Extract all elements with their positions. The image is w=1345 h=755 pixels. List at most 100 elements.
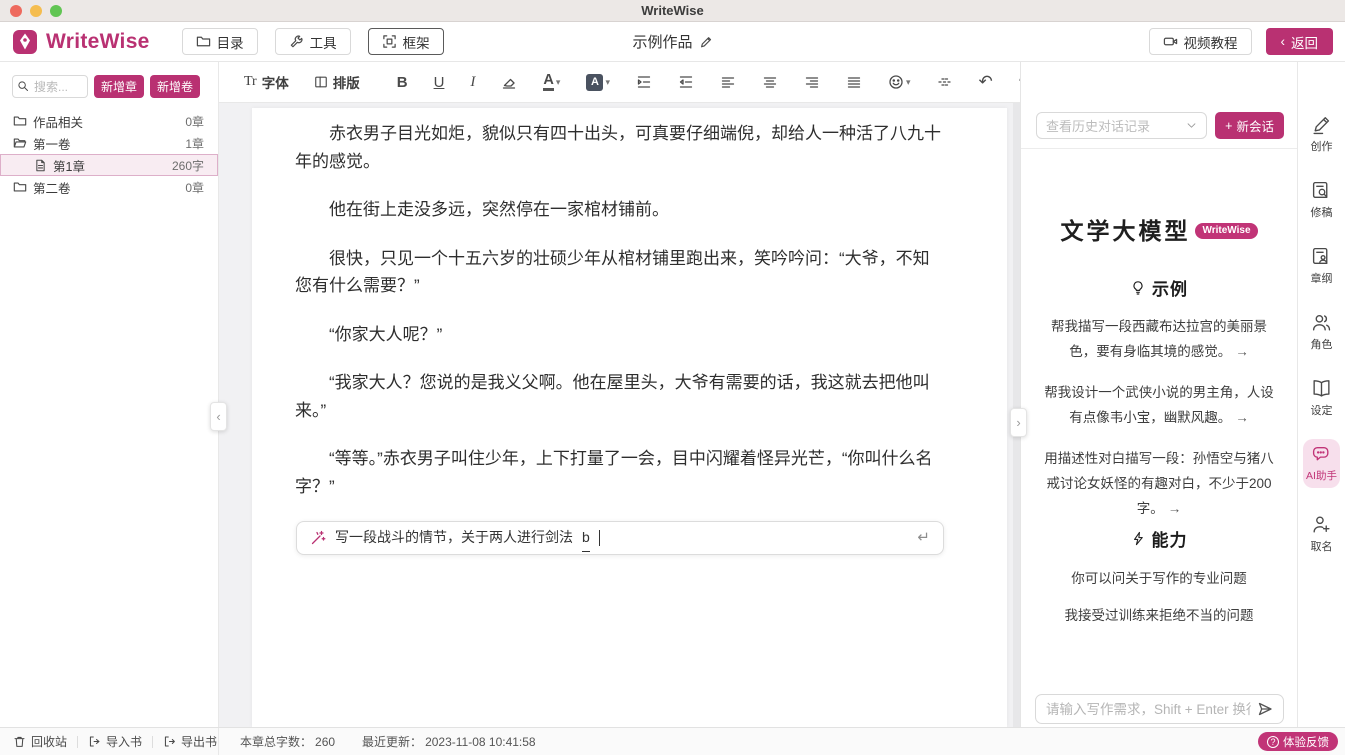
recycle-bin-label: 回收站: [31, 733, 67, 750]
status-bar: 回收站 导入书 导出书 本章总字数： 260 最近更新： 2023-11-08 …: [0, 727, 1345, 755]
justify-button[interactable]: [846, 74, 862, 90]
rail-item-label: 设定: [1311, 402, 1333, 418]
framework-button[interactable]: 框架: [368, 28, 444, 55]
bold-button[interactable]: B: [397, 74, 408, 91]
send-icon[interactable]: [1257, 701, 1273, 717]
search-icon: [17, 80, 29, 92]
rail-item-label: 创作: [1311, 138, 1333, 154]
document-person-icon: [1311, 246, 1332, 267]
outdent-button[interactable]: [678, 74, 694, 90]
updated-time-value: 2023-11-08 10:41:58: [425, 735, 536, 749]
arrow-right-icon: →: [1168, 501, 1182, 516]
underline-button[interactable]: U: [434, 74, 445, 91]
highlight-color-icon: A: [586, 74, 603, 91]
rail-item-naming[interactable]: 取名: [1311, 514, 1333, 554]
rail-item-characters[interactable]: 角色: [1311, 312, 1333, 352]
wrench-icon: [289, 34, 304, 49]
lightbulb-icon: [1130, 280, 1146, 296]
paragraph: 很快，只见一个十五六岁的壮硕少年从棺材铺里跑出来，笑吟吟问：“大爷，不知您有什么…: [295, 245, 943, 300]
folder-icon: [13, 180, 27, 194]
rail-item-outline[interactable]: 章纲: [1311, 246, 1333, 286]
font-menu-button[interactable]: Tr 字体: [244, 72, 289, 92]
emoji-button[interactable]: ▾: [888, 74, 911, 90]
help-icon: ?: [1267, 736, 1279, 748]
export-book-button[interactable]: 导出书: [163, 733, 217, 750]
document-title-text: 示例作品: [632, 31, 692, 52]
tree-item-volume-2[interactable]: 第二卷 0章: [0, 176, 218, 198]
brand-name: WriteWise: [46, 30, 150, 54]
edit-pencil-icon[interactable]: [699, 35, 713, 49]
people-icon: [1311, 312, 1332, 333]
add-volume-button[interactable]: 新增卷: [150, 75, 200, 98]
abilities-heading-text: 能力: [1152, 526, 1188, 551]
chat-input[interactable]: [1046, 702, 1251, 717]
document-search-icon: [1311, 180, 1332, 201]
lightning-icon: [1131, 531, 1146, 546]
outdent-icon: [678, 74, 694, 90]
pen-icon: [1311, 114, 1332, 135]
history-dropdown[interactable]: 查看历史对话记录: [1036, 112, 1207, 139]
indent-button[interactable]: [636, 74, 652, 90]
font-color-button[interactable]: A ▾: [543, 73, 560, 91]
chat-input-box: [1035, 694, 1284, 724]
collapse-panel-handle[interactable]: ›: [1010, 408, 1027, 437]
feedback-button[interactable]: ? 体验反馈: [1258, 732, 1338, 751]
magic-wand-icon: [310, 530, 326, 546]
font-menu-label: 字体: [262, 72, 289, 92]
tools-button-label: 工具: [310, 32, 337, 52]
indent-icon: [636, 74, 652, 90]
rail-item-revision[interactable]: 修稿: [1311, 180, 1333, 220]
person-plus-icon: [1311, 514, 1332, 535]
tools-button[interactable]: 工具: [275, 28, 351, 55]
example-prompt-text: 用描述性对白描写一段：孙悟空与猪八戒讨论女妖怪的有趣对白，不少于200字。: [1044, 451, 1274, 516]
document-icon: [34, 159, 47, 172]
import-book-button[interactable]: 导入书: [88, 733, 142, 750]
example-prompt[interactable]: 帮我描写一段西藏布达拉宫的美丽景色，要有身临其境的感觉。→: [1040, 314, 1278, 364]
editor-page[interactable]: 赤衣男子目光如炬，貌似只有四十出头，可真要仔细端倪，却给人一种活了八九十年的感觉…: [252, 108, 1007, 727]
rail-item-ai-assistant[interactable]: AI助手: [1303, 439, 1340, 488]
recycle-bin-button[interactable]: 回收站: [13, 733, 67, 750]
highlight-color-button[interactable]: A ▾: [586, 74, 610, 91]
import-book-label: 导入书: [106, 733, 142, 750]
new-chat-label: 新会话: [1236, 116, 1274, 135]
align-left-button[interactable]: [720, 74, 736, 90]
new-chat-button[interactable]: + 新会话: [1215, 112, 1284, 139]
paragraph: “你家大人呢？”: [295, 321, 943, 349]
clear-format-button[interactable]: [501, 74, 517, 90]
example-prompt[interactable]: 帮我设计一个武侠小说的男主角，人设有点像韦小宝，幽默风趣。→: [1040, 380, 1278, 430]
video-tutorial-button[interactable]: 视频教程: [1149, 28, 1252, 55]
open-book-icon: [1311, 378, 1332, 399]
tree-item-label: 第一卷: [33, 134, 71, 153]
inline-ai-prompt-input[interactable]: 写一段战斗的情节，关于两人进行剑法b ↵: [296, 521, 944, 555]
collapse-sidebar-handle[interactable]: ‹: [210, 402, 227, 431]
rail-item-settings[interactable]: 设定: [1311, 378, 1333, 418]
plus-icon: +: [1225, 119, 1232, 133]
tree-item-works[interactable]: 作品相关 0章: [0, 110, 218, 132]
chapter-sidebar: 新增章 新增卷 作品相关 0章 第一卷 1章 第1章 260字: [0, 62, 219, 727]
undo-button[interactable]: ↶: [979, 72, 993, 92]
catalog-button[interactable]: 目录: [182, 28, 258, 55]
rail-item-creation[interactable]: 创作: [1311, 114, 1333, 154]
align-right-button[interactable]: [804, 74, 820, 90]
window-title: WriteWise: [0, 3, 1345, 18]
align-center-button[interactable]: [762, 74, 778, 90]
examples-heading: 示例: [1021, 275, 1297, 300]
italic-button[interactable]: I: [470, 74, 475, 91]
tree-item-volume-1[interactable]: 第一卷 1章: [0, 132, 218, 154]
paragraph: “等等。”赤衣男子叫住少年，上下打量了一会，目中闪耀着怪异光芒，“你叫什么名字？…: [295, 445, 943, 500]
chevron-left-icon: ‹: [216, 409, 220, 424]
writewise-app: WriteWise WriteWise 目录 工具 框架: [0, 0, 1345, 755]
layout-menu-button[interactable]: 排版: [314, 72, 360, 92]
divider-insert-button[interactable]: [937, 74, 953, 90]
chevron-down-icon: ▾: [556, 77, 561, 88]
chapter-content: 赤衣男子目光如炬，貌似只有四十出头，可真要仔细端倪，却给人一种活了八九十年的感觉…: [252, 108, 1007, 555]
ability-item: 我接受过训练来拒绝不当的问题: [1040, 603, 1278, 628]
tree-item-chapter-1[interactable]: 第1章 260字: [0, 154, 218, 176]
add-chapter-button[interactable]: 新增章: [94, 75, 144, 98]
back-button[interactable]: ‹ 返回: [1266, 28, 1334, 55]
back-button-label: 返回: [1291, 32, 1318, 52]
example-prompt[interactable]: 用描述性对白描写一段：孙悟空与猪八戒讨论女妖怪的有趣对白，不少于200字。→: [1040, 446, 1278, 521]
tree-item-label: 第1章: [53, 156, 85, 175]
feedback-label: 体验反馈: [1283, 734, 1329, 750]
chevron-down-icon: ▾: [605, 77, 610, 88]
